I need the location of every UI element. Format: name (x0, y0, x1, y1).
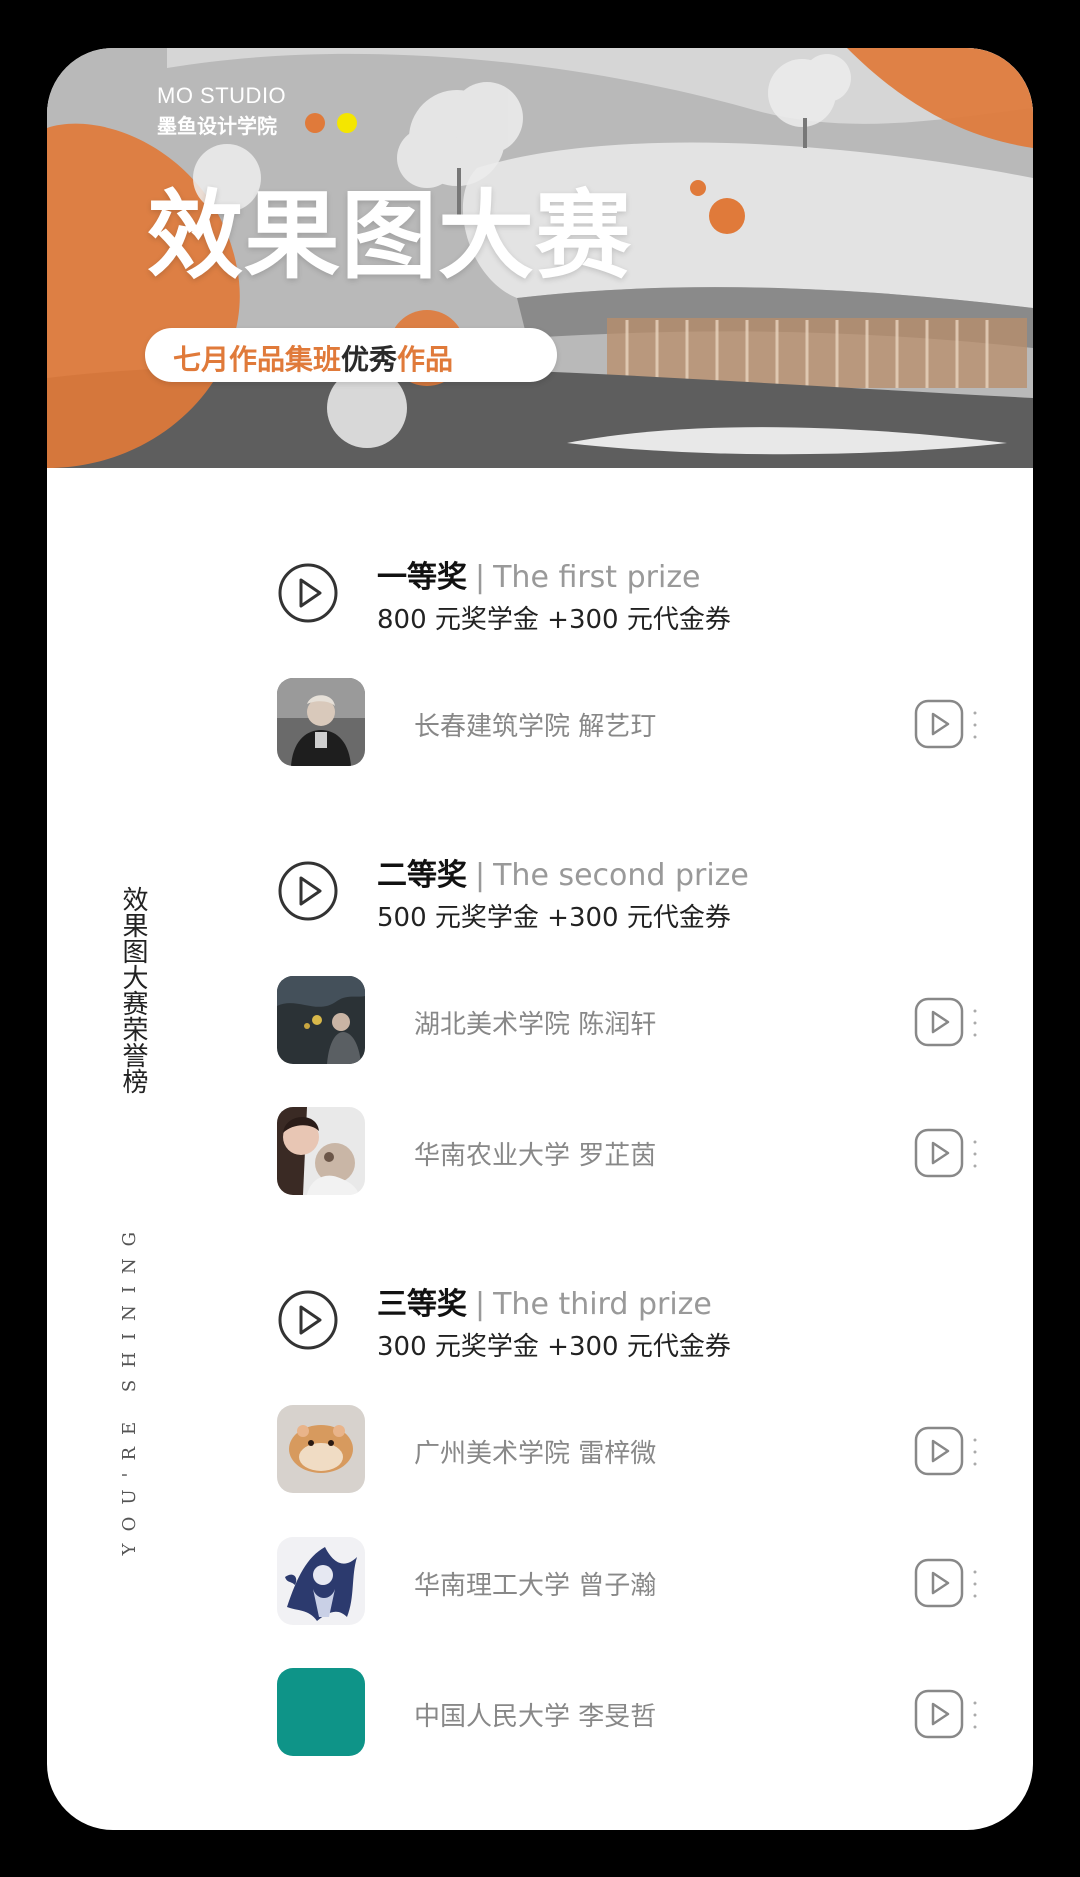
more-dots-icon[interactable] (973, 1569, 977, 1599)
prize-title-en: The first prize (493, 560, 701, 595)
winner-name: 湖北美术学院 陈润轩 (414, 1010, 657, 1040)
winner-row[interactable]: 湖北美术学院 陈润轩 (277, 976, 997, 1066)
subtitle-part1: 七月作品集班 (173, 343, 342, 376)
award-card: MO STUDIO 墨鱼设计学院 效果图大赛 七月作品集班优秀作品 效果图大赛荣… (47, 48, 1033, 1830)
prize-header-first: 一等奖 | The first prize 800 元奖学金 +300 元代金券 (277, 552, 997, 652)
prize-title: 三等奖 | The third prize (377, 1279, 712, 1323)
winner-name: 华南农业大学 罗芷茵 (414, 1141, 657, 1171)
prize-title-en: The second prize (493, 858, 749, 893)
brand-dot-orange (305, 113, 325, 133)
brand-dot-yellow (337, 113, 357, 133)
more-dots-icon[interactable] (973, 1700, 977, 1730)
play-circle-icon[interactable] (277, 860, 339, 922)
play-square-icon[interactable] (914, 1426, 964, 1476)
side-title-en: YOU'RE SHINING (119, 1220, 140, 1556)
more-dots-icon[interactable] (973, 710, 977, 740)
side-title-cn: 效果图大赛荣誉榜 (118, 886, 148, 1094)
winner-name: 长春建筑学院 解艺玎 (414, 712, 657, 742)
play-square-icon[interactable] (914, 1689, 964, 1739)
winner-name: 广州美术学院 雷梓微 (414, 1439, 657, 1469)
avatar (277, 1405, 365, 1493)
play-circle-icon[interactable] (277, 562, 339, 624)
prize-title-cn: 二等奖 (377, 858, 467, 893)
winner-name: 华南理工大学 曾子瀚 (414, 1571, 657, 1601)
banner-title: 效果图大赛 (147, 180, 632, 292)
winner-row[interactable]: 中国人民大学 李旻哲 (277, 1668, 997, 1758)
avatar (277, 678, 365, 766)
subtitle-highlight: 优秀 (341, 343, 398, 376)
more-dots-icon[interactable] (973, 1139, 977, 1169)
prize-title-separator: | (475, 858, 486, 893)
play-circle-icon[interactable] (277, 1289, 339, 1351)
prize-header-third: 三等奖 | The third prize 300 元奖学金 +300 元代金券 (277, 1279, 997, 1379)
play-square-icon[interactable] (914, 997, 964, 1047)
avatar (277, 1537, 365, 1625)
play-square-icon[interactable] (914, 699, 964, 749)
avatar (277, 1107, 365, 1195)
play-square-icon[interactable] (914, 1128, 964, 1178)
prize-title-cn: 三等奖 (377, 1287, 467, 1322)
brand-name-cn: 墨鱼设计学院 (157, 114, 277, 138)
avatar (277, 1668, 365, 1756)
winner-name: 中国人民大学 李旻哲 (414, 1702, 657, 1732)
winner-row[interactable]: 长春建筑学院 解艺玎 (277, 678, 997, 768)
prize-title: 一等奖 | The first prize (377, 552, 701, 596)
prize-title-cn: 一等奖 (377, 560, 467, 595)
winner-row[interactable]: 广州美术学院 雷梓微 (277, 1405, 997, 1495)
avatar (277, 976, 365, 1064)
prize-title: 二等奖 | The second prize (377, 850, 749, 894)
play-square-icon[interactable] (914, 1558, 964, 1608)
winner-row[interactable]: 华南农业大学 罗芷茵 (277, 1107, 997, 1197)
hero-banner: MO STUDIO 墨鱼设计学院 效果图大赛 七月作品集班优秀作品 (47, 48, 1033, 468)
banner-subtitle: 七月作品集班优秀作品 (173, 338, 453, 378)
prize-header-second: 二等奖 | The second prize 500 元奖学金 +300 元代金券 (277, 850, 997, 950)
prize-title-en: The third prize (493, 1287, 712, 1322)
more-dots-icon[interactable] (973, 1437, 977, 1467)
winner-row[interactable]: 华南理工大学 曾子瀚 (277, 1537, 997, 1627)
prize-title-separator: | (475, 1287, 486, 1322)
more-dots-icon[interactable] (973, 1008, 977, 1038)
prize-title-separator: | (475, 560, 486, 595)
subtitle-part2: 作品 (397, 343, 454, 376)
prize-amount: 800 元奖学金 +300 元代金券 (377, 605, 731, 635)
prize-amount: 500 元奖学金 +300 元代金券 (377, 903, 731, 933)
brand-name-en: MO STUDIO (157, 83, 287, 108)
prize-amount: 300 元奖学金 +300 元代金券 (377, 1332, 731, 1362)
